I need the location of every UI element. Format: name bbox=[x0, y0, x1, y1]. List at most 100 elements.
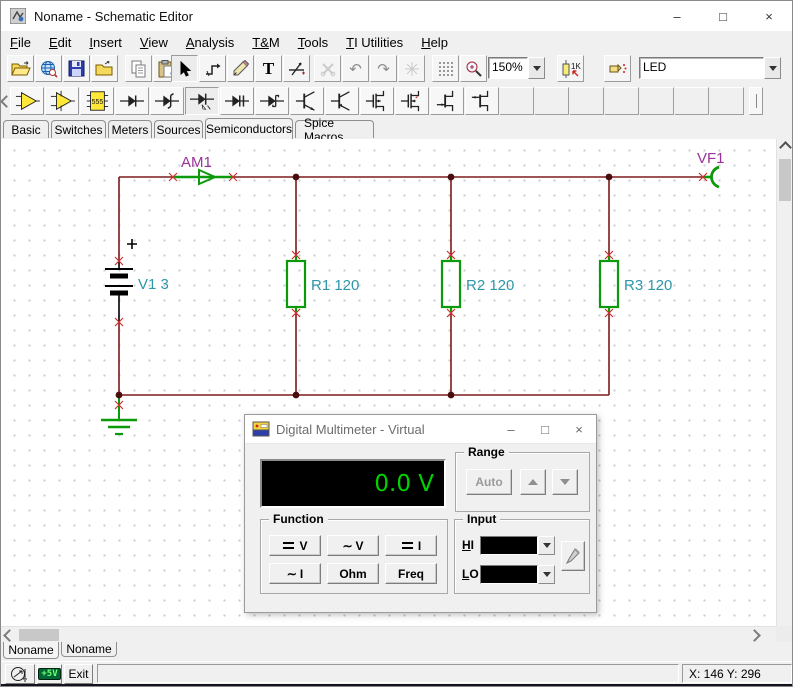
resistor-r1[interactable] bbox=[287, 255, 305, 313]
doc-tab-noname-1[interactable]: Noname bbox=[3, 642, 59, 659]
component-njfet-button[interactable] bbox=[430, 87, 464, 115]
menu-insert[interactable]: Insert bbox=[80, 33, 131, 52]
component-pnp-transistor-button[interactable] bbox=[325, 87, 359, 115]
multimeter-dialog[interactable]: Digital Multimeter - Virtual – □ × 0.0 V… bbox=[244, 414, 597, 613]
component-led-button[interactable] bbox=[185, 87, 219, 115]
range-up-button[interactable] bbox=[520, 469, 546, 495]
tab-spice-macros[interactable]: Spice Macros bbox=[295, 120, 374, 138]
multimeter-close-button[interactable]: × bbox=[562, 415, 596, 443]
open-macro-button[interactable] bbox=[91, 55, 118, 82]
open-file-button[interactable] bbox=[7, 55, 34, 82]
component-pmos-button[interactable] bbox=[395, 87, 429, 115]
undo-button[interactable]: ↶ bbox=[342, 55, 369, 82]
input-hi-dropdown-button[interactable] bbox=[538, 536, 555, 555]
tab-meters[interactable]: Meters bbox=[108, 120, 152, 138]
menu-help[interactable]: Help bbox=[412, 33, 457, 52]
component-555-timer-button[interactable]: 555 bbox=[80, 87, 114, 115]
component-zener-diode-button[interactable] bbox=[150, 87, 184, 115]
component-schottky-diode-button[interactable] bbox=[255, 87, 289, 115]
component-diode-button[interactable] bbox=[115, 87, 149, 115]
tab-sources[interactable]: Sources bbox=[154, 120, 203, 138]
component-values-button[interactable]: 1K bbox=[557, 55, 584, 82]
select-tool-button[interactable] bbox=[171, 55, 198, 82]
component-opamp-power-button[interactable] bbox=[45, 87, 79, 115]
menu-tm[interactable]: T&M bbox=[243, 33, 288, 52]
range-auto-button[interactable]: Auto bbox=[466, 469, 512, 495]
scroll-left-button[interactable] bbox=[1, 627, 17, 643]
tab-basic[interactable]: Basic bbox=[3, 120, 49, 138]
component-select-combobox[interactable]: LED bbox=[639, 57, 781, 79]
last-component-button[interactable] bbox=[398, 55, 425, 82]
ground-symbol[interactable] bbox=[101, 397, 137, 434]
input-lo-combobox[interactable] bbox=[480, 565, 555, 584]
scroll-up-button[interactable] bbox=[777, 139, 793, 155]
component-pjfet-button[interactable] bbox=[465, 87, 499, 115]
power-button[interactable]: +5V bbox=[37, 664, 62, 684]
component-select-dropdown-button[interactable] bbox=[764, 57, 781, 79]
component-opamp-button[interactable] bbox=[10, 87, 44, 115]
zoom-tool-button[interactable] bbox=[460, 55, 487, 82]
tab-semiconductors[interactable]: Semiconductors bbox=[205, 118, 293, 139]
close-icon: × bbox=[765, 9, 773, 24]
hi-label: HI bbox=[462, 538, 474, 552]
pencil-tool-button[interactable] bbox=[227, 55, 254, 82]
grid-toggle-button[interactable] bbox=[432, 55, 459, 82]
menu-edit[interactable]: Edit bbox=[40, 33, 80, 52]
vertical-scroll-thumb[interactable] bbox=[779, 159, 791, 201]
input-hi-combobox[interactable] bbox=[480, 536, 555, 555]
wires[interactable] bbox=[119, 177, 703, 395]
component-nmos-button[interactable] bbox=[360, 87, 394, 115]
voltage-probe-vf1[interactable] bbox=[703, 167, 719, 187]
freq-button[interactable]: Freq bbox=[385, 563, 437, 584]
macro-pin-button[interactable] bbox=[5, 664, 35, 684]
dc-voltage-button[interactable]: V bbox=[269, 535, 321, 556]
scroll-right-button[interactable] bbox=[746, 627, 762, 643]
menu-ti-utilities[interactable]: TI Utilities bbox=[337, 33, 412, 52]
multimeter-minimize-button[interactable]: – bbox=[494, 415, 528, 443]
wire-tool-button[interactable] bbox=[199, 55, 226, 82]
tab-switches[interactable]: Switches bbox=[51, 120, 106, 138]
multimeter-maximize-button[interactable]: □ bbox=[528, 415, 562, 443]
resistor-r3[interactable] bbox=[600, 255, 618, 313]
menu-analysis[interactable]: Analysis bbox=[177, 33, 243, 52]
wire-cut-tool-button[interactable] bbox=[283, 55, 310, 82]
maximize-button[interactable]: □ bbox=[700, 1, 746, 31]
palette-scroll-right-button[interactable] bbox=[749, 87, 763, 115]
menu-view[interactable]: View bbox=[131, 33, 177, 52]
chevron-right-icon bbox=[748, 629, 761, 642]
range-down-button[interactable] bbox=[552, 469, 578, 495]
menu-file[interactable]: File bbox=[1, 33, 40, 52]
redo-button[interactable]: ↷ bbox=[370, 55, 397, 82]
close-button[interactable]: × bbox=[746, 1, 792, 31]
save-button[interactable] bbox=[63, 55, 90, 82]
zoom-level-combobox[interactable]: 150% bbox=[488, 57, 545, 79]
copy-button[interactable] bbox=[125, 55, 152, 82]
nmos-icon bbox=[363, 89, 391, 113]
text-tool-button[interactable]: T bbox=[255, 55, 282, 82]
input-lo-dropdown-button[interactable] bbox=[538, 565, 555, 584]
vertical-scrollbar[interactable] bbox=[776, 139, 792, 642]
battery-v1[interactable] bbox=[105, 239, 137, 322]
find-component-button[interactable] bbox=[604, 55, 631, 82]
zoom-level-dropdown-button[interactable] bbox=[528, 57, 545, 79]
menu-tools[interactable]: Tools bbox=[289, 33, 337, 52]
resistor-r2[interactable] bbox=[442, 255, 460, 313]
minimize-button[interactable]: – bbox=[654, 1, 700, 31]
multimeter-title-bar[interactable]: Digital Multimeter - Virtual – □ × bbox=[245, 415, 596, 444]
probe-button[interactable] bbox=[561, 541, 585, 571]
palette-tab-bar: Basic Switches Meters Sources Semiconduc… bbox=[1, 117, 792, 140]
ac-voltage-button[interactable]: ∼V bbox=[327, 535, 379, 556]
ac-current-button[interactable]: ∼I bbox=[269, 563, 321, 584]
delete-button[interactable] bbox=[314, 55, 341, 82]
scroll-grip-icon bbox=[756, 94, 757, 108]
ohm-button[interactable]: Ohm bbox=[327, 563, 379, 584]
open-web-button[interactable] bbox=[35, 55, 62, 82]
horizontal-scroll-thumb[interactable] bbox=[19, 629, 59, 641]
horizontal-scrollbar[interactable] bbox=[1, 626, 778, 642]
doc-tab-noname-2[interactable]: Noname bbox=[61, 642, 117, 657]
exit-button[interactable]: Exit bbox=[64, 664, 93, 684]
dc-current-button[interactable]: I bbox=[385, 535, 437, 556]
component-varicap-diode-button[interactable] bbox=[220, 87, 254, 115]
ammeter-am1[interactable] bbox=[173, 170, 233, 184]
component-npn-transistor-button[interactable] bbox=[290, 87, 324, 115]
